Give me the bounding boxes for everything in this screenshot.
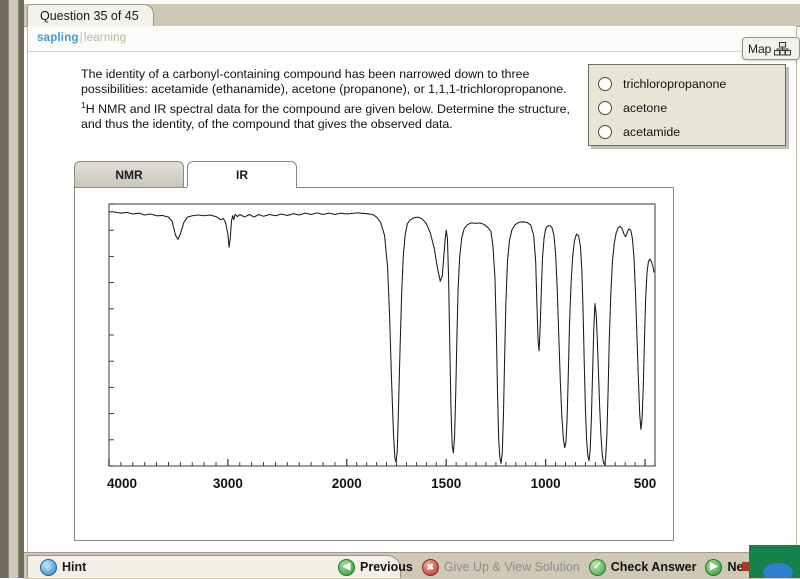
x-axis-tick-label: 1500 <box>431 476 461 491</box>
x-axis-tick-label: 1000 <box>531 476 561 491</box>
check-circle-icon: ✓ <box>589 559 606 576</box>
tab-ir-label: IR <box>236 168 248 182</box>
ir-spectrum-panel: 4000 3000 2000 1500 1000 500 <box>74 187 674 541</box>
logo-text-sapling: sapling <box>37 32 79 44</box>
toolbar-button-row: ◀ Previous ✖ Give Up & View Solution ✓ C… <box>338 556 755 578</box>
x-circle-icon: ✖ <box>422 559 439 576</box>
window-left-inner-stripe <box>8 0 19 578</box>
window-left-edge <box>0 0 24 578</box>
answer-label-trichloropropanone: trichloropropanone <box>623 77 726 91</box>
answer-label-acetamide: acetamide <box>623 125 680 139</box>
page-header <box>28 26 796 52</box>
x-axis-tick-label: 500 <box>634 476 657 491</box>
question-prompt: The identity of a carbonyl-containing co… <box>81 67 576 132</box>
radio-button-acetamide[interactable] <box>598 125 612 139</box>
answer-option-acetamide[interactable]: acetamide <box>598 120 785 144</box>
give-up-button[interactable]: ✖ Give Up & View Solution <box>422 559 580 576</box>
logo-text-learning: learning <box>84 32 127 44</box>
x-axis-tick-label: 3000 <box>213 476 243 491</box>
x-axis-tick-label: 2000 <box>332 476 362 491</box>
sitemap-icon <box>774 42 791 56</box>
ir-spectrum-svg: 4000 3000 2000 1500 1000 500 <box>93 198 659 503</box>
arrow-right-circle-icon: ▶ <box>705 559 722 576</box>
x-axis-tick-label: 4000 <box>107 476 137 491</box>
question-line-3b: H NMR and IR spectral data for the compo… <box>86 102 341 116</box>
answer-options-panel: trichloropropanone acetone acetamide <box>588 64 786 146</box>
check-answer-button-label: Check Answer <box>611 560 697 574</box>
spectrum-tab-strip: NMR IR <box>74 161 674 188</box>
question-line-3a: 1,1,1-trichloropropanone. <box>428 82 566 96</box>
map-button-label: Map <box>748 42 771 56</box>
arrow-left-circle-icon: ◀ <box>338 559 355 576</box>
question-line-5: compound that gives the observed data. <box>232 117 452 131</box>
corner-badge <box>749 545 800 578</box>
tab-nmr[interactable]: NMR <box>74 161 184 188</box>
question-number-tab[interactable]: Question 35 of 45 <box>27 4 154 26</box>
question-number-label: Question 35 of 45 <box>40 9 139 23</box>
question-line-1: The identity of a carbonyl-containing co… <box>81 67 498 81</box>
give-up-button-label: Give Up & View Solution <box>444 560 580 574</box>
map-button[interactable]: Map <box>742 37 800 60</box>
tab-panel-seam <box>187 187 295 189</box>
previous-button-label: Previous <box>360 560 413 574</box>
sapling-learning-logo: sapling|learning <box>37 32 126 44</box>
cloud-icon <box>763 563 793 578</box>
ir-spectrum-chart: 4000 3000 2000 1500 1000 500 <box>93 198 659 503</box>
previous-button[interactable]: ◀ Previous <box>338 559 413 576</box>
sapling-learning-question-window: Question 35 of 45 sapling|learning Map T… <box>0 0 800 578</box>
plot-frame <box>109 204 655 466</box>
answer-label-acetone: acetone <box>623 101 667 115</box>
hint-label: Hint <box>62 560 86 574</box>
tab-nmr-label: NMR <box>115 168 142 182</box>
lightbulb-icon: ☼ <box>40 559 57 576</box>
tab-ir[interactable]: IR <box>187 161 297 188</box>
radio-button-acetone[interactable] <box>598 101 612 115</box>
question-page: sapling|learning Map The identity of a c… <box>27 26 797 552</box>
answer-option-acetone[interactable]: acetone <box>598 96 785 120</box>
check-answer-button[interactable]: ✓ Check Answer <box>589 559 697 576</box>
radio-button-trichloropropanone[interactable] <box>598 77 612 91</box>
toolbar-edge-chip <box>742 562 749 571</box>
answer-option-trichloropropanone[interactable]: trichloropropanone <box>598 72 785 96</box>
